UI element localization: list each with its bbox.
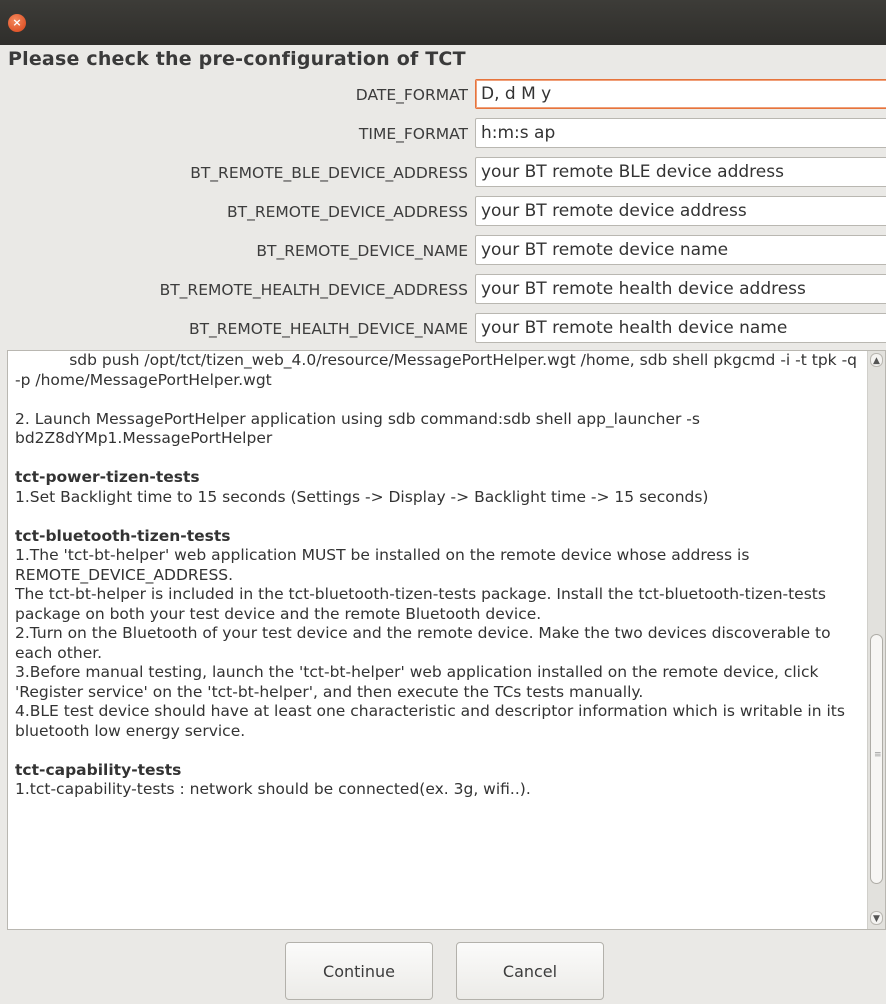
bt-remote-ble-device-address-input[interactable] [475, 157, 886, 187]
field-bt-remote-ble-device-address: BT_REMOTE_BLE_DEVICE_ADDRESS [0, 157, 886, 189]
grip-icon: ≡ [874, 750, 882, 760]
section-title-power: tct-power-tizen-tests [15, 468, 200, 486]
instruction-line: sdb push /opt/tct/tizen_web_4.0/resource… [15, 351, 862, 389]
bt-remote-device-name-input[interactable] [475, 235, 886, 265]
instruction-line: 2.Turn on the Bluetooth of your test dev… [15, 624, 831, 662]
instruction-line: 1.tct-capability-tests : network should … [15, 780, 531, 798]
cancel-button[interactable]: Cancel [456, 942, 604, 1000]
field-bt-remote-device-name: BT_REMOTE_DEVICE_NAME [0, 235, 886, 267]
bt-remote-health-device-name-label: BT_REMOTE_HEALTH_DEVICE_NAME [188, 320, 468, 338]
field-bt-remote-device-address: BT_REMOTE_DEVICE_ADDRESS [0, 196, 886, 228]
bt-remote-device-name-label: BT_REMOTE_DEVICE_NAME [256, 242, 468, 260]
instruction-line: The tct-bt-helper is included in the tct… [15, 585, 826, 623]
bt-remote-health-device-address-input[interactable] [475, 274, 886, 304]
time-format-label: TIME_FORMAT [358, 125, 468, 143]
scroll-up-icon[interactable]: ▲ [870, 353, 883, 367]
instruction-line: 1.Set Backlight time to 15 seconds (Sett… [15, 487, 709, 506]
field-bt-remote-health-device-name: BT_REMOTE_HEALTH_DEVICE_NAME [0, 313, 886, 345]
bt-remote-health-device-name-input[interactable] [475, 313, 886, 343]
instruction-line: 4.BLE test device should have at least o… [15, 702, 845, 740]
field-time-format: TIME_FORMAT [0, 118, 886, 150]
close-icon[interactable]: × [8, 14, 26, 32]
field-date-format: DATE_FORMAT [0, 79, 886, 111]
date-format-input[interactable] [475, 79, 886, 109]
date-format-label: DATE_FORMAT [355, 86, 468, 104]
bt-remote-health-device-address-label: BT_REMOTE_HEALTH_DEVICE_ADDRESS [159, 281, 468, 299]
instruction-line: 1.The 'tct-bt-helper' web application MU… [15, 546, 750, 584]
instruction-line: 3.Before manual testing, launch the 'tct… [15, 663, 819, 701]
instructions-textarea[interactable]: sdb push /opt/tct/tizen_web_4.0/resource… [7, 350, 886, 930]
instructions-text: sdb push /opt/tct/tizen_web_4.0/resource… [15, 351, 865, 926]
scrollbar-thumb[interactable]: ≡ [870, 634, 883, 884]
vertical-scrollbar[interactable]: ▲ ≡ ▼ [867, 351, 885, 929]
scroll-down-icon[interactable]: ▼ [870, 911, 883, 925]
field-bt-remote-health-device-address: BT_REMOTE_HEALTH_DEVICE_ADDRESS [0, 274, 886, 306]
continue-button[interactable]: Continue [285, 942, 433, 1000]
bt-remote-device-address-label: BT_REMOTE_DEVICE_ADDRESS [227, 203, 468, 221]
section-title-capability: tct-capability-tests [15, 760, 182, 779]
page-title: Please check the pre-configuration of TC… [8, 48, 466, 70]
bt-remote-ble-device-address-label: BT_REMOTE_BLE_DEVICE_ADDRESS [190, 164, 468, 182]
section-title-bluetooth: tct-bluetooth-tizen-tests [15, 526, 231, 545]
window-titlebar: × [0, 0, 886, 45]
instruction-line: 2. Launch MessagePortHelper application … [15, 409, 700, 448]
bt-remote-device-address-input[interactable] [475, 196, 886, 226]
time-format-input[interactable] [475, 118, 886, 148]
